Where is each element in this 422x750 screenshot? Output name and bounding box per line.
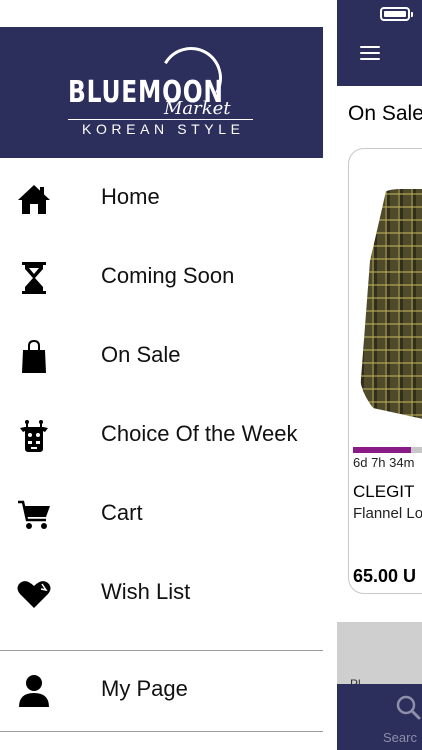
product-image xyxy=(359,189,422,429)
home-icon xyxy=(15,180,53,218)
person-icon xyxy=(15,672,53,710)
logo-tagline: KOREAN STYLE xyxy=(82,121,245,137)
menu-label-my-page: My Page xyxy=(101,676,188,701)
menu-divider xyxy=(0,650,323,651)
menu-label-on-sale: On Sale xyxy=(101,342,181,367)
hamburger-menu-icon[interactable] xyxy=(360,46,380,62)
tab-bar: Searc xyxy=(337,684,422,750)
menu-item-wish-list[interactable]: Wish List xyxy=(0,563,323,623)
hourglass-icon xyxy=(15,259,53,297)
giraffe-icon xyxy=(15,417,53,455)
shopping-bag-icon xyxy=(15,338,53,376)
grey-banner: Pl xyxy=(337,622,422,691)
product-brand: CLEGIT xyxy=(353,482,415,501)
logo-script: Market xyxy=(164,98,231,119)
search-icon xyxy=(396,695,421,720)
menu-item-coming-soon[interactable]: Coming Soon xyxy=(0,247,323,307)
menu-divider-bottom xyxy=(0,731,323,732)
section-title: On Sale xyxy=(348,102,422,125)
navigation-bar xyxy=(337,0,422,86)
logo-divider xyxy=(68,119,253,120)
menu-label-coming-soon: Coming Soon xyxy=(101,263,235,288)
battery-icon xyxy=(380,7,413,21)
menu-label-cart: Cart xyxy=(101,500,143,525)
menu-label-home: Home xyxy=(101,184,160,209)
product-price: 65.00 U xyxy=(353,566,417,586)
menu-label-choice-of-week: Choice Of the Week xyxy=(101,421,298,446)
cart-icon xyxy=(15,496,53,534)
menu-item-cart[interactable]: Cart xyxy=(0,484,323,544)
tab-search[interactable]: Searc xyxy=(383,694,422,745)
menu-item-choice-of-week[interactable]: Choice Of the Week xyxy=(0,405,323,465)
content-area: On Sale 6d 7h 34m CLEGIT Flannel Lo 65.0… xyxy=(337,86,422,622)
tab-search-label: Searc xyxy=(383,730,417,745)
side-drawer: BLUEMOON Market KOREAN STYLE Home Coming… xyxy=(0,0,337,750)
sale-progress-bar xyxy=(353,447,422,453)
background-screen: On Sale 6d 7h 34m CLEGIT Flannel Lo 65.0… xyxy=(337,0,422,750)
product-name: Flannel Lo xyxy=(353,505,422,522)
menu-item-on-sale[interactable]: On Sale xyxy=(0,326,323,386)
drawer-header: BLUEMOON Market KOREAN STYLE xyxy=(0,27,323,158)
menu-label-wish-list: Wish List xyxy=(101,579,191,604)
product-card[interactable]: 6d 7h 34m CLEGIT Flannel Lo 65.00 U xyxy=(348,148,422,594)
menu-item-my-page[interactable]: My Page xyxy=(0,660,323,720)
sale-progress-fill xyxy=(353,447,412,453)
heart-icon xyxy=(15,575,53,613)
menu-item-home[interactable]: Home xyxy=(0,168,323,228)
bluemoon-logo: BLUEMOON Market KOREAN STYLE xyxy=(60,40,270,142)
countdown-timer: 6d 7h 34m xyxy=(353,455,415,470)
